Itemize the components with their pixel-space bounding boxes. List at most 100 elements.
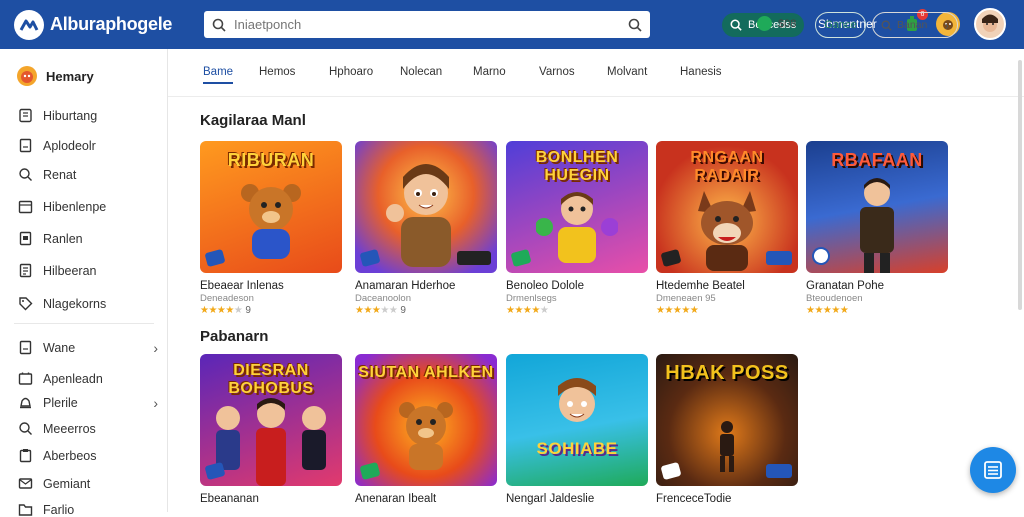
rating-stars: ★★★★★ — [506, 305, 549, 316]
tab-3[interactable]: Nolecan — [400, 66, 442, 78]
sidebar-item-12[interactable]: Aberbeos — [18, 448, 158, 463]
game-developer: Dmeneaen 95 — [656, 293, 716, 304]
home-character-icon — [17, 66, 37, 86]
thumbnail-title: RIBURAN — [227, 150, 315, 170]
thumbnail-title: BONLHEN HUEGIN — [535, 149, 619, 184]
app-title: Alburaphogele — [50, 14, 173, 34]
thumbnail-title: RBAFAAN — [831, 150, 923, 170]
document-icon — [19, 340, 32, 355]
sidebar-item-7[interactable]: Nlagekorns — [18, 296, 158, 311]
bear-character-icon — [399, 402, 453, 470]
label-tag-icon — [457, 251, 491, 265]
badge-icon — [204, 248, 226, 268]
game-card[interactable]: Anamaran Hderhoe Daceanoolon ★★★★★ 9 — [355, 141, 497, 316]
sidebar-item-11[interactable]: Meeerros — [18, 421, 158, 436]
coin-icon — [757, 16, 772, 31]
grid-icon — [19, 231, 32, 246]
rating-count: 9 — [245, 305, 251, 316]
bear-character-icon — [241, 184, 301, 259]
tab-4[interactable]: Marno — [473, 66, 506, 78]
game-thumbnail[interactable]: HBAK POSS — [656, 354, 798, 486]
game-card[interactable]: SIUTAN AHLKEN Anenaran Ibealt — [355, 354, 497, 505]
game-card[interactable]: RBAFAAN Granatan Pohe Bteoudenoen ★★★★★ — [806, 141, 948, 316]
sidebar-item-3[interactable]: Renat — [18, 167, 158, 182]
game-card[interactable]: RNGAAN RADAIR Htedemhe Beatel Dmeneaen 9… — [656, 141, 798, 316]
floating-menu-button[interactable] — [970, 447, 1016, 493]
search-bar[interactable] — [204, 11, 650, 38]
sidebar-item-2[interactable]: Aplodeolr — [18, 138, 158, 153]
game-thumbnail[interactable]: RBAFAAN — [806, 141, 948, 273]
search-icon — [19, 422, 32, 435]
thumbnail-title: SIUTAN AHLKEN — [358, 364, 494, 381]
folder-icon — [18, 504, 33, 516]
tab-1[interactable]: Hemos — [259, 66, 295, 78]
chevron-right-icon: › — [944, 17, 949, 33]
scrollbar[interactable] — [1018, 60, 1022, 310]
sidebar-item-14[interactable]: Farlio — [18, 502, 158, 517]
game-thumbnail[interactable]: SIUTAN AHLKEN — [355, 354, 497, 486]
game-developer: Drmenlsegs — [506, 293, 557, 304]
game-card[interactable]: BONLHEN HUEGIN Benoleo Dolole Drmenlsegs… — [506, 141, 648, 316]
sidebar-item-8[interactable]: Wane › — [18, 340, 158, 356]
search-submit-icon[interactable] — [628, 18, 642, 32]
sidebar-item-label: Renat — [43, 167, 77, 182]
game-thumbnail[interactable]: DIESRAN BOHOBUS — [200, 354, 342, 486]
game-thumbnail[interactable]: SOHIABE — [506, 354, 648, 486]
game-card[interactable]: RIBURAN Ebeaear Inlenas Deneadeson ★★★★★… — [200, 141, 342, 316]
tag-icon — [19, 297, 33, 311]
thumbnail-title: RNGAAN RADAIR — [690, 149, 764, 184]
badge-icon — [510, 248, 532, 268]
search-icon — [730, 19, 742, 31]
sidebar-item-10[interactable]: Plerile › — [18, 394, 158, 411]
tab-6[interactable]: Molvant — [607, 66, 647, 78]
badge-icon — [660, 461, 682, 481]
coin-balance[interactable]: $08 — [757, 16, 796, 31]
sidebar-item-1[interactable]: Hiburtang — [18, 108, 158, 123]
filter-button[interactable]: Banan › — [872, 12, 958, 38]
sidebar-item-5[interactable]: Ranlen — [18, 231, 158, 246]
sidebar-item-label: Gemiant — [43, 476, 91, 491]
sidebar-divider — [14, 323, 154, 324]
game-thumbnail[interactable]: BONLHEN HUEGIN — [506, 141, 648, 273]
game-thumbnail[interactable] — [355, 141, 497, 273]
rating-stars: ★★★★★ — [806, 305, 849, 316]
game-thumbnail[interactable]: RNGAAN RADAIR — [656, 141, 798, 273]
thumbnail-title: SOHIABE — [536, 439, 618, 458]
sidebar-item-4[interactable]: Hibenlenpe — [18, 199, 158, 214]
badge-icon — [660, 248, 682, 268]
game-card[interactable]: DIESRAN BOHOBUS Ebeananan — [200, 354, 342, 505]
sidebar-home[interactable]: Hemary — [16, 65, 94, 87]
sidebar-item-6[interactable]: Hilbeeran — [18, 263, 158, 278]
label-tag-icon — [766, 464, 792, 478]
chevron-right-icon: › — [153, 394, 158, 411]
wolf-character-icon — [698, 191, 756, 271]
calendar-icon — [18, 200, 33, 214]
game-card[interactable]: SOHIABE Nengarl Jaldeslie — [506, 354, 648, 505]
games-button[interactable]: Gance — [815, 12, 866, 38]
boy-character-icon — [386, 164, 451, 267]
sidebar-item-13[interactable]: Gemiant — [18, 476, 158, 491]
sidebar-item-label: Plerile — [43, 395, 78, 410]
game-thumbnail[interactable]: RIBURAN — [200, 141, 342, 273]
sidebar-item-9[interactable]: Apenleadn — [18, 371, 158, 386]
game-developer: Bteoudenoen — [806, 293, 863, 304]
kid-character-icon — [536, 192, 618, 263]
tab-7[interactable]: Hanesis — [680, 66, 722, 78]
app-logo-icon[interactable] — [14, 10, 44, 40]
game-card[interactable]: HBAK POSS FrenceceTodie — [656, 354, 798, 505]
tab-0[interactable]: Bame — [203, 66, 234, 84]
game-title: Anenaran Ibealt — [355, 493, 437, 505]
section-title-popular: Pabanarn — [200, 328, 269, 345]
filter-label: Banan — [897, 19, 928, 31]
sidebar-item-label: Ranlen — [43, 231, 83, 246]
tab-2[interactable]: Hphoaro — [329, 66, 373, 78]
sidebar-item-label: Hibenlenpe — [43, 199, 107, 214]
search-icon — [881, 20, 892, 31]
rating-stars: ★★★★★ — [656, 305, 699, 316]
sidebar-item-label: Hilbeeran — [43, 263, 97, 278]
tab-5[interactable]: Varnos — [539, 66, 575, 78]
avatar[interactable] — [974, 8, 1006, 40]
sidebar-item-label: Wane — [43, 340, 76, 355]
coin-value: $08 — [778, 17, 797, 30]
search-input[interactable] — [234, 17, 628, 32]
